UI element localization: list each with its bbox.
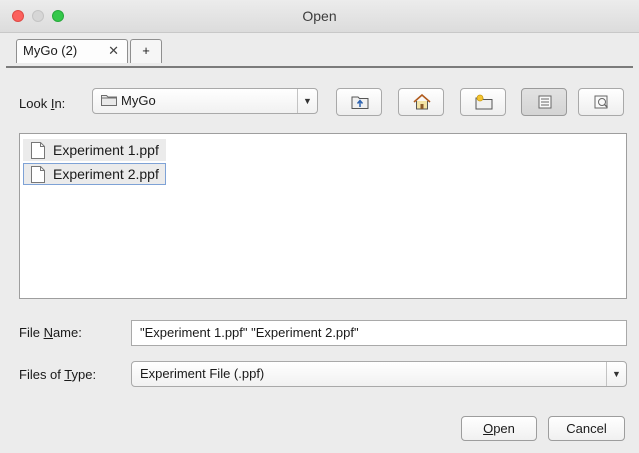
document-icon: [31, 142, 45, 159]
home-icon: [413, 94, 431, 110]
details-view-icon: [594, 95, 608, 109]
file-name-input[interactable]: "Experiment 1.ppf" "Experiment 2.ppf": [131, 320, 627, 346]
up-folder-button[interactable]: [336, 88, 382, 116]
folder-icon: [101, 95, 117, 106]
list-item[interactable]: Experiment 2.ppf: [23, 163, 166, 185]
file-type-value: Experiment File (.ppf): [140, 366, 265, 381]
file-name-label: Experiment 1.ppf: [53, 142, 159, 158]
open-button[interactable]: Open: [461, 416, 537, 441]
up-folder-icon: [351, 96, 369, 109]
tab-divider: [6, 66, 633, 68]
file-type-label: Files of Type:: [19, 367, 97, 382]
list-item[interactable]: Experiment 1.ppf: [23, 139, 166, 161]
look-in-combo[interactable]: MyGo ▼: [92, 88, 318, 114]
file-type-combo[interactable]: Experiment File (.ppf) ▼: [131, 361, 627, 387]
new-folder-icon: [475, 94, 493, 110]
cancel-button[interactable]: Cancel: [548, 416, 625, 441]
chevron-down-icon[interactable]: ▼: [297, 89, 317, 113]
home-button[interactable]: [398, 88, 444, 116]
window-title: Open: [302, 8, 337, 24]
file-name-field-label: File Name:: [19, 325, 82, 340]
list-view-button[interactable]: [521, 88, 567, 116]
list-view-icon: [538, 95, 552, 109]
tab-mygo[interactable]: MyGo (2) ✕: [16, 39, 128, 63]
details-view-button[interactable]: [578, 88, 624, 116]
tab-close-icon[interactable]: ✕: [108, 40, 119, 62]
tab-bar: MyGo (2) ✕ +: [0, 33, 639, 67]
new-tab-label: +: [142, 43, 150, 58]
chevron-down-icon[interactable]: ▼: [606, 362, 626, 386]
file-name-label: Experiment 2.ppf: [53, 166, 159, 182]
title-bar: Open: [0, 0, 639, 33]
new-tab-button[interactable]: +: [130, 39, 162, 63]
look-in-label: Look In:: [19, 96, 66, 111]
new-folder-button[interactable]: [460, 88, 506, 116]
look-in-value: MyGo: [121, 93, 156, 108]
file-list[interactable]: Experiment 1.ppf Experiment 2.ppf: [19, 133, 627, 299]
tab-label: MyGo (2): [23, 43, 78, 58]
document-icon: [31, 166, 45, 183]
